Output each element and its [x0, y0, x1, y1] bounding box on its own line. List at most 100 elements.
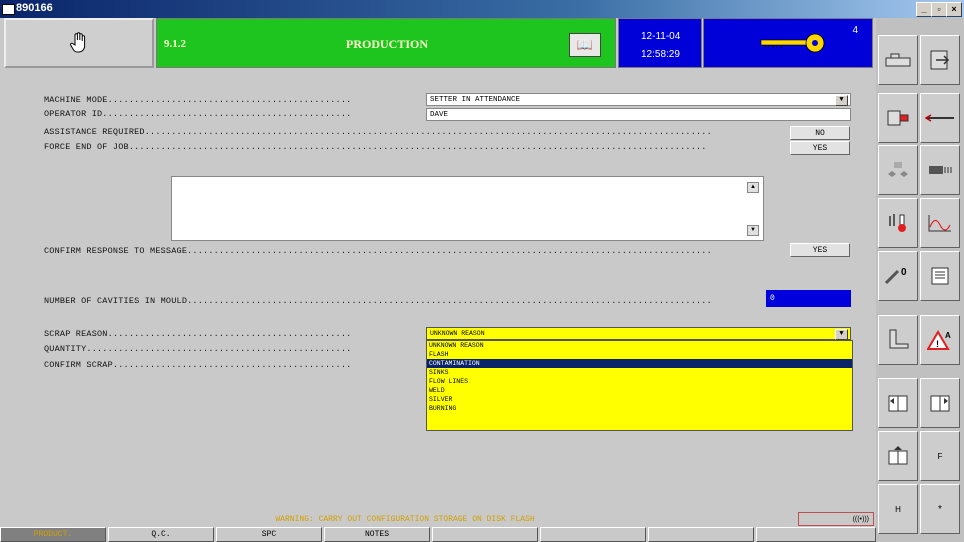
- minimize-button[interactable]: _: [916, 2, 932, 17]
- window-title: 890166: [16, 2, 53, 14]
- svg-text:A: A: [945, 331, 951, 340]
- exit-button[interactable]: [920, 35, 960, 85]
- scroll-down-icon[interactable]: ▼: [747, 225, 759, 236]
- svg-text:0: 0: [901, 267, 907, 278]
- h-button[interactable]: H: [878, 484, 918, 534]
- scrap-option[interactable]: FLOW LINES: [427, 377, 852, 386]
- page-up-button[interactable]: [878, 431, 918, 481]
- close-button[interactable]: ×: [946, 2, 962, 17]
- ejector-button[interactable]: [878, 145, 918, 195]
- alarm-icon: (((•))): [852, 516, 869, 523]
- page-back-button[interactable]: [878, 378, 918, 428]
- chevron-down-icon[interactable]: ▼: [835, 95, 848, 106]
- scrap-option[interactable]: UNKNOWN REASON: [427, 341, 852, 350]
- app-icon: [2, 4, 15, 15]
- scrap-option[interactable]: WELD: [427, 386, 852, 395]
- main-panel: MACHINE MODE............................…: [24, 76, 874, 508]
- graph-icon: [928, 215, 951, 232]
- cavities-field[interactable]: 0: [766, 290, 851, 307]
- maintenance-button[interactable]: 0: [878, 251, 918, 301]
- operator-id-value: DAVE: [430, 111, 449, 119]
- tab-bar: PRODUCT. Q.C. SPC NOTES: [0, 527, 876, 542]
- boot-button[interactable]: [878, 315, 918, 365]
- nozzle-button[interactable]: [920, 93, 960, 143]
- injection-unit-button[interactable]: [878, 93, 918, 143]
- scrap-option[interactable]: SINKS: [427, 368, 852, 377]
- book-up-icon: [888, 446, 908, 465]
- boot-icon: [889, 329, 909, 349]
- machine-mode-value: SETTER IN ATTENDANCE: [430, 96, 521, 104]
- page-forward-button[interactable]: [920, 378, 960, 428]
- tab-empty[interactable]: [432, 527, 538, 542]
- warning-bar: WARNING: CARRY OUT CONFIGURATION STORAGE…: [0, 512, 876, 527]
- scrap-reason-label: SCRAP REASON............................…: [44, 329, 352, 339]
- graph-button[interactable]: [920, 198, 960, 248]
- scrap-option[interactable]: BURNING: [427, 404, 852, 413]
- assistance-label: ASSISTANCE REQUIRED.....................…: [44, 127, 712, 137]
- injection-unit-icon: [887, 110, 909, 126]
- force-end-button[interactable]: YES: [790, 141, 850, 155]
- hand-button[interactable]: [4, 18, 154, 68]
- hand-icon: [70, 32, 86, 53]
- datetime-panel: 12-11-04 12:58:29: [618, 18, 702, 68]
- tab-spc[interactable]: SPC: [216, 527, 322, 542]
- f-button[interactable]: F: [920, 431, 960, 481]
- star-button[interactable]: *: [920, 484, 960, 534]
- confirm-response-button[interactable]: YES: [790, 243, 850, 257]
- thermometer-icon: [889, 214, 906, 232]
- book-back-icon: [888, 395, 908, 412]
- core-button[interactable]: [920, 145, 960, 195]
- warning-text: WARNING: CARRY OUT CONFIGURATION STORAGE…: [275, 515, 535, 524]
- temperature-button[interactable]: [878, 198, 918, 248]
- mould-icon: [885, 53, 911, 67]
- production-panel: 9.1.2 PRODUCTION 📖: [156, 18, 616, 68]
- assistance-button[interactable]: NO: [790, 126, 850, 140]
- tab-empty[interactable]: [756, 527, 876, 542]
- message-scrollbar[interactable]: ▲ ▼: [747, 182, 759, 236]
- scrap-reason-value: UNKNOWN REASON: [430, 330, 485, 337]
- confirm-scrap-label: CONFIRM SCRAP...........................…: [44, 360, 352, 370]
- machine-mode-label: MACHINE MODE............................…: [44, 95, 352, 105]
- tab-empty[interactable]: [648, 527, 754, 542]
- exit-icon: [930, 50, 950, 70]
- message-box: ▲ ▼: [171, 176, 764, 241]
- operator-id-label: OPERATOR ID.............................…: [44, 109, 352, 119]
- scrap-reason-list: UNKNOWN REASON FLASH CONTAMINATION SINKS…: [426, 340, 853, 431]
- operator-id-field[interactable]: DAVE: [426, 108, 851, 121]
- scrap-option-selected[interactable]: CONTAMINATION: [427, 359, 852, 368]
- force-end-label: FORCE END OF JOB........................…: [44, 142, 707, 152]
- book-icon[interactable]: 📖: [569, 33, 601, 57]
- wrench-icon: 0: [884, 267, 907, 285]
- quantity-label: QUANTITY................................…: [44, 344, 352, 354]
- access-level: 4: [852, 25, 858, 36]
- confirm-response-label: CONFIRM RESPONSE TO MESSAGE.............…: [44, 246, 712, 256]
- scrap-option[interactable]: SILVER: [427, 395, 852, 404]
- right-toolbar: 0 ! A F H *: [876, 18, 964, 542]
- key-icon: [760, 33, 825, 53]
- access-key-panel: 4: [703, 18, 873, 68]
- scroll-up-icon[interactable]: ▲: [747, 182, 759, 193]
- scrap-reason-select[interactable]: UNKNOWN REASON ▼: [426, 327, 851, 340]
- alarm-button[interactable]: ! A: [920, 315, 960, 365]
- tab-empty[interactable]: [540, 527, 646, 542]
- maximize-button[interactable]: ▫: [931, 2, 947, 17]
- page-title: PRODUCTION: [345, 37, 428, 51]
- alarm-indicator[interactable]: (((•))): [798, 512, 874, 526]
- date-text: 12-11-04: [641, 31, 681, 42]
- tab-product[interactable]: PRODUCT.: [0, 527, 106, 542]
- title-bar: 890166 _ ▫ ×: [0, 0, 964, 18]
- book-forward-icon: [930, 395, 950, 412]
- core-icon: [929, 166, 952, 174]
- chevron-down-icon[interactable]: ▼: [835, 329, 848, 340]
- tab-qc[interactable]: Q.C.: [108, 527, 214, 542]
- machine-mode-select[interactable]: SETTER IN ATTENDANCE ▼: [426, 93, 851, 106]
- svg-text:!: !: [936, 339, 939, 349]
- header-bar: 9.1.2 PRODUCTION 📖 12-11-04 12:58:29 4: [0, 18, 876, 70]
- tab-notes[interactable]: NOTES: [324, 527, 430, 542]
- warning-icon: !A: [927, 330, 951, 350]
- manual-button[interactable]: [920, 251, 960, 301]
- nozzle-icon: [925, 114, 954, 122]
- scrap-option[interactable]: FLASH: [427, 350, 852, 359]
- time-text: 12:58:29: [641, 49, 680, 60]
- mould-open-button[interactable]: [878, 35, 918, 85]
